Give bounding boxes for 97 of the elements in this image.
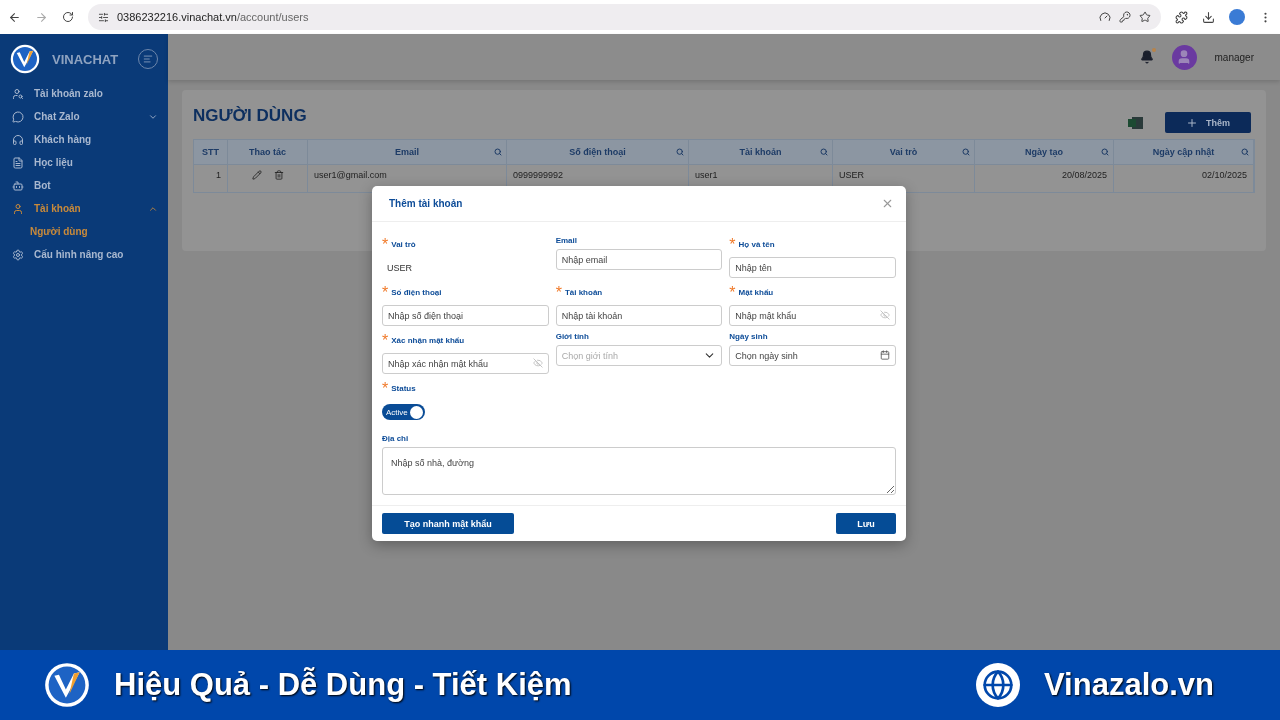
reload-icon[interactable] <box>62 11 74 23</box>
excel-icon[interactable] <box>1128 115 1143 130</box>
field-label: Vai trò <box>391 240 416 250</box>
role-value: USER <box>386 261 413 275</box>
field-label: Status <box>391 384 416 394</box>
sidebar-item[interactable]: Khách hàng <box>0 128 168 151</box>
globe-icon <box>976 663 1020 707</box>
sidebar-item[interactable]: Chat Zalo <box>0 105 168 128</box>
column-header: Thao tác <box>228 140 308 165</box>
password-field[interactable]: Nhập mật khẩu <box>729 305 896 326</box>
plus-icon <box>1186 116 1198 129</box>
table-cell: 1 <box>216 170 221 180</box>
sidebar-item[interactable]: Học liệu <box>0 151 168 174</box>
field-label: Xác nhận mật khẩu <box>391 336 465 346</box>
edit-icon[interactable] <box>251 170 262 180</box>
close-button[interactable] <box>881 197 894 210</box>
column-header: STT <box>194 140 228 165</box>
table-cell: 02/10/2025 <box>1201 170 1247 180</box>
column-header: Ngày tạo <box>975 140 1114 165</box>
document-icon <box>12 156 24 169</box>
sidebar-item[interactable]: Cấu hình nâng cao <box>0 243 168 266</box>
status-switch[interactable]: Active <box>382 404 425 420</box>
sidebar-item[interactable]: Tài khoản zalo <box>0 82 168 105</box>
sidebar-item[interactable]: Tài khoản <box>0 197 168 220</box>
menu-lines-icon <box>143 54 153 64</box>
input-field[interactable]: Nhập tài khoản <box>555 305 723 326</box>
generate-password-button[interactable]: Tạo nhanh mật khẩu <box>382 513 514 534</box>
field-label: Giới tính <box>555 332 589 342</box>
password-field[interactable]: Nhập xác nhận mật khẩu <box>382 353 549 374</box>
field-label: Số điện thoại <box>391 288 442 298</box>
chat-icon <box>12 110 24 123</box>
table-cell: user1@gmail.com <box>314 170 387 180</box>
logo-icon <box>44 662 90 708</box>
search-icon[interactable] <box>494 148 502 156</box>
date-field[interactable]: Chọn ngày sinh <box>729 345 896 366</box>
robot-icon <box>12 179 24 192</box>
user-search-icon <box>12 87 24 100</box>
required-mark: * <box>729 284 736 302</box>
bell-icon[interactable] <box>1139 50 1154 64</box>
required-mark: * <box>382 284 389 302</box>
search-icon[interactable] <box>820 148 828 156</box>
field-label: Tài khoản <box>564 288 603 298</box>
add-button[interactable]: Thêm <box>1165 112 1251 133</box>
save-button[interactable]: Lưu <box>836 513 896 534</box>
required-mark: * <box>555 284 562 302</box>
table-cell: 20/08/2025 <box>1061 170 1107 180</box>
website-text: Vinazalo.vn <box>1044 667 1214 703</box>
back-icon[interactable] <box>8 10 21 24</box>
column-header: Số điện thoại <box>507 140 689 165</box>
sidebar-item[interactable]: Bot <box>0 174 168 197</box>
input-field[interactable]: Nhập số điện thoại <box>382 305 549 326</box>
headphones-icon <box>12 133 24 146</box>
address-field[interactable]: Nhập số nhà, đường <box>382 447 896 495</box>
dialog-title: Thêm tài khoản <box>389 198 463 209</box>
site-settings-icon[interactable] <box>98 11 109 23</box>
page-title: NGƯỜI DÙNG <box>193 105 307 126</box>
required-mark: * <box>729 236 736 254</box>
slogan: Hiệu Quả - Dễ Dùng - Tiết Kiệm <box>114 667 573 703</box>
gauge-icon[interactable] <box>1099 11 1111 23</box>
search-icon[interactable] <box>1241 148 1249 156</box>
search-icon[interactable] <box>1101 148 1109 156</box>
column-header: Tài khoản <box>689 140 833 165</box>
required-mark: * <box>382 380 389 398</box>
field-label: Địa chỉ <box>382 434 409 444</box>
column-header: Email <box>308 140 507 165</box>
field-label: Họ và tên <box>738 240 775 250</box>
calendar-icon <box>880 350 890 360</box>
sidebar-subitem[interactable]: Người dùng <box>0 220 168 243</box>
user-name: manager <box>1214 51 1254 63</box>
table-cell: user1 <box>695 170 718 180</box>
field-label: Email <box>555 236 577 246</box>
search-icon[interactable] <box>962 148 970 156</box>
address-bar[interactable]: 0386232216.vinachat.vn/account/users <box>88 4 1161 30</box>
user-icon <box>12 202 24 215</box>
user-avatar[interactable] <box>1171 44 1197 70</box>
download-icon[interactable] <box>1202 10 1215 24</box>
logo-icon <box>10 44 40 74</box>
bookmark-star-icon[interactable] <box>1139 11 1151 23</box>
search-icon[interactable] <box>676 148 684 156</box>
required-mark: * <box>382 332 389 350</box>
table-cell: USER <box>839 170 864 180</box>
input-field[interactable]: Nhập email <box>555 249 723 270</box>
column-header: Ngày cập nhật <box>1114 140 1254 165</box>
delete-icon[interactable] <box>273 170 284 180</box>
url-text: 0386232216.vinachat.vn/account/users <box>117 11 309 23</box>
column-header: Vai trò <box>833 140 975 165</box>
brand-name: VINACHAT <box>52 51 120 67</box>
field-label: Ngày sinh <box>729 332 768 342</box>
forward-icon[interactable] <box>35 10 48 24</box>
extensions-icon[interactable] <box>1175 10 1188 24</box>
key-icon[interactable] <box>1119 11 1131 23</box>
profile-avatar[interactable] <box>1229 9 1245 25</box>
table-cell: 0999999992 <box>513 170 564 180</box>
settings-icon <box>12 248 24 261</box>
field-label: Mật khẩu <box>738 288 774 298</box>
input-field[interactable]: Nhập tên <box>729 257 896 278</box>
required-mark: * <box>382 236 389 254</box>
